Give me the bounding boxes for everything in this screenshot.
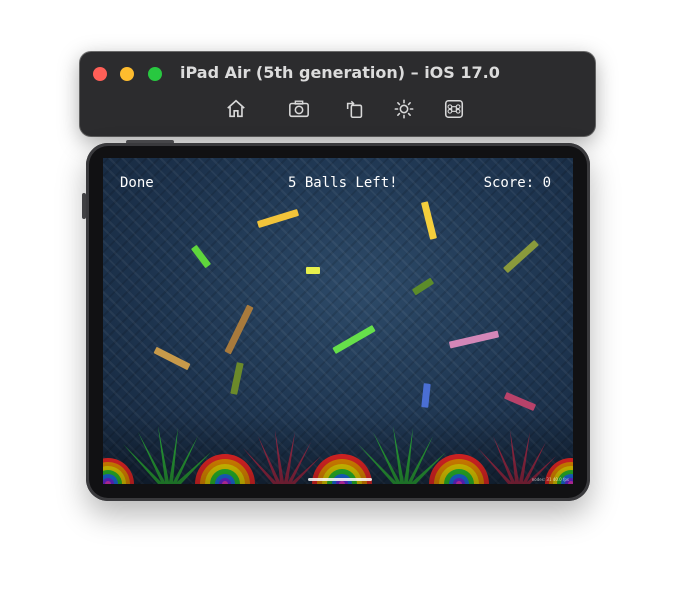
screenshot-button[interactable]: [286, 96, 312, 122]
done-button[interactable]: Done: [120, 175, 154, 191]
balls-left-label: 5 Balls Left!: [288, 175, 398, 191]
close-window-button[interactable]: [93, 67, 107, 81]
rotate-button[interactable]: [342, 96, 368, 122]
minimize-window-button[interactable]: [120, 67, 134, 81]
screenshot-icon: [289, 100, 309, 118]
zoom-window-button[interactable]: [148, 67, 162, 81]
rotate-icon: [346, 100, 363, 119]
rainbow-ground: [103, 414, 573, 484]
home-button[interactable]: [223, 96, 249, 122]
score-label: Score: 0: [483, 175, 551, 191]
window-title: iPad Air (5th generation) – iOS 17.0: [180, 63, 500, 82]
brightness-icon: [394, 99, 414, 119]
home-icon: [227, 99, 245, 118]
plank: [306, 267, 320, 274]
brightness-button[interactable]: [391, 96, 417, 122]
home-indicator[interactable]: [308, 478, 372, 481]
command-button[interactable]: [441, 96, 467, 122]
game-screen[interactable]: Done 5 Balls Left! Score: 0 nodes: 31 40…: [103, 158, 573, 484]
simulator-window: iPad Air (5th generation) – iOS 17.0: [80, 52, 595, 136]
command-icon: [444, 99, 464, 119]
debug-stats: nodes: 31 40.0 fps: [531, 477, 569, 482]
